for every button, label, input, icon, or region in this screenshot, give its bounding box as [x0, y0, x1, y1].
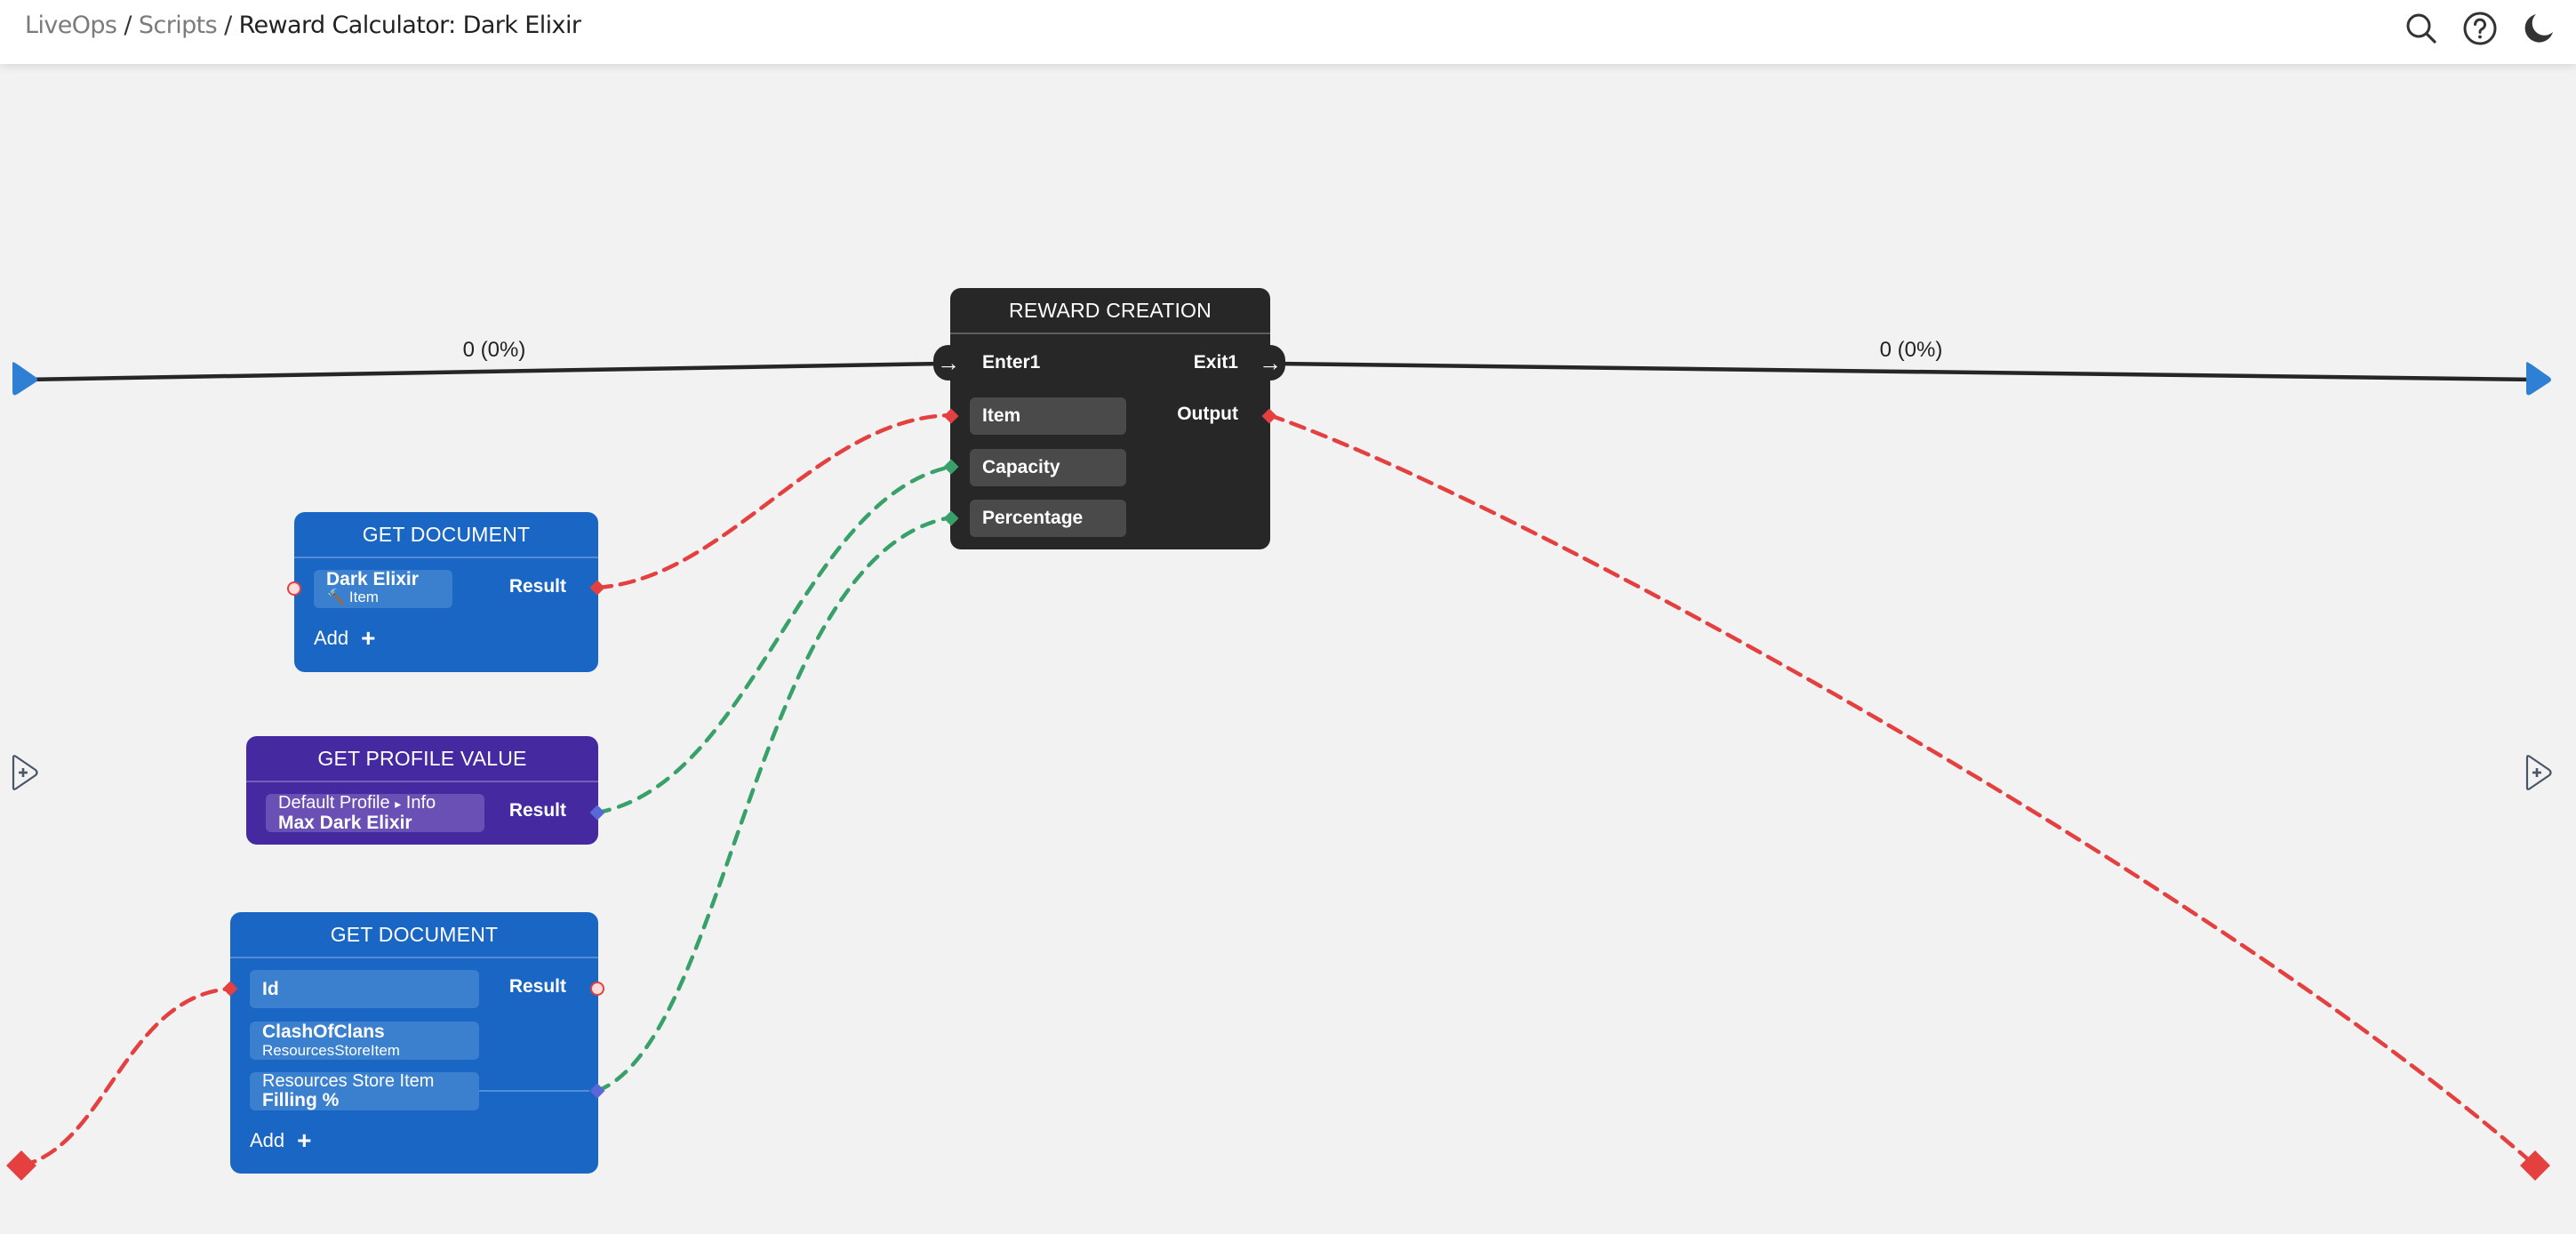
profile-path: Default Profile: [278, 793, 390, 813]
output-port-label: Output: [1177, 404, 1238, 424]
add-param-button[interactable]: Add +: [314, 624, 376, 652]
wire-profile-to-capacity: [595, 464, 954, 815]
id-input-handle[interactable]: [221, 980, 239, 998]
node-title: GET DOCUMENT: [294, 512, 598, 558]
get-document-node[interactable]: GET DOCUMENT Dark Elixir 🔨 Item Result A…: [294, 512, 598, 672]
top-bar: LiveOps / Scripts / Reward Calculator: Dark …: [0, 0, 2576, 64]
field-output-handle[interactable]: [588, 1082, 606, 1100]
percentage-input-handle[interactable]: [942, 509, 960, 527]
wire-entry-to-id: [19, 986, 234, 1168]
field-name: Filling %: [262, 1090, 340, 1110]
document-result-handle[interactable]: [588, 980, 606, 998]
enter-port-label: Enter1: [982, 352, 1041, 373]
breadcrumb-scripts[interactable]: Scripts: [139, 12, 218, 39]
flow-edge-start-label: 0 (0%): [462, 338, 526, 362]
add-output-icon: [2525, 755, 2552, 790]
result-label: Result: [508, 976, 566, 997]
moon-icon: [2524, 14, 2553, 43]
flow-entry-marker: [12, 362, 37, 396]
field-group: Resources Store Item: [262, 1071, 435, 1091]
node-title: GET DOCUMENT: [230, 912, 598, 958]
search-button[interactable]: [2402, 9, 2441, 48]
document-param-title: Dark Elixir: [326, 569, 419, 589]
flow-edge-end-label: 0 (0%): [1879, 338, 1943, 362]
document-input-handle[interactable]: [285, 580, 303, 597]
capacity-input-handle[interactable]: [942, 458, 960, 476]
profile-param[interactable]: Default Profile ▸ Info Max Dark Elixir: [266, 794, 484, 832]
field-connector-line: [479, 1090, 589, 1092]
add-output-button[interactable]: [2524, 754, 2553, 796]
document-type: ResourcesStoreItem: [262, 1042, 400, 1059]
input-item[interactable]: Item: [970, 397, 1126, 435]
hammer-icon: 🔨: [326, 589, 346, 605]
dark-mode-toggle[interactable]: [2519, 9, 2558, 48]
node-title: REWARD CREATION: [950, 288, 1270, 334]
path-arrow-icon: ▸: [395, 797, 402, 811]
profile-value-name: Max Dark Elixir: [278, 813, 412, 833]
flow-edge-start: [24, 361, 945, 382]
plus-icon: +: [361, 624, 376, 652]
document-field-param[interactable]: Resources Store Item Filling %: [250, 1072, 479, 1110]
result-label: Result: [508, 576, 566, 597]
help-icon: [2463, 12, 2497, 45]
reward-creation-node[interactable]: REWARD CREATION Enter1 Exit1 Item Capaci…: [950, 288, 1270, 549]
plus-icon: +: [297, 1126, 312, 1154]
add-param-button[interactable]: Add +: [250, 1126, 312, 1154]
add-label: Add: [314, 627, 349, 649]
enter-port[interactable]: →: [933, 345, 964, 381]
document-id-param[interactable]: Id: [250, 970, 479, 1008]
arrow-right-icon: →: [937, 349, 960, 376]
add-input-icon: [12, 755, 38, 790]
flow-edge-end: [1276, 361, 2538, 382]
result-label: Result: [508, 800, 566, 821]
input-percentage-label: Percentage: [982, 508, 1084, 528]
page-title: Reward Calculator: Dark Elixir: [238, 12, 581, 39]
search-icon: [2406, 13, 2436, 44]
get-profile-value-node[interactable]: GET PROFILE VALUE Default Profile ▸ Info…: [246, 736, 598, 845]
input-item-label: Item: [982, 405, 1021, 426]
exit-port[interactable]: →: [1255, 345, 1285, 381]
add-input-button[interactable]: [11, 754, 39, 796]
flow-exit-marker: [2526, 362, 2551, 396]
input-percentage[interactable]: Percentage: [970, 500, 1126, 537]
wire-output-to-exit: [1267, 413, 2538, 1168]
arrow-right-icon: →: [1259, 349, 1282, 376]
document-param-type: Item: [348, 589, 379, 605]
item-input-handle[interactable]: [942, 407, 960, 425]
node-title: GET PROFILE VALUE: [246, 736, 598, 782]
help-button[interactable]: [2460, 9, 2500, 48]
document-result-handle[interactable]: [588, 579, 606, 597]
id-label: Id: [262, 979, 279, 999]
exit-port-label: Exit1: [1193, 352, 1238, 373]
wire-document-to-item: [595, 413, 954, 590]
profile-path-leaf: Info: [405, 793, 436, 813]
input-capacity-label: Capacity: [982, 457, 1060, 477]
document-game: ClashOfClans: [262, 1022, 385, 1042]
add-label: Add: [250, 1129, 285, 1151]
breadcrumb: LiveOps / Scripts / Reward Calculator: Dark …: [25, 12, 581, 39]
get-document-node[interactable]: GET DOCUMENT Id ClashOfClans ResourcesSt…: [230, 912, 598, 1174]
breadcrumb-separator: /: [224, 12, 232, 39]
entry-item-marker: [6, 1150, 36, 1181]
document-type-param[interactable]: ClashOfClans ResourcesStoreItem: [250, 1022, 479, 1060]
wire-filling-to-percentage: [595, 515, 954, 1094]
breadcrumb-separator: /: [124, 12, 132, 39]
profile-result-handle[interactable]: [588, 804, 606, 821]
exit-item-marker: [2520, 1150, 2550, 1181]
output-handle[interactable]: [1260, 407, 1278, 425]
document-param[interactable]: Dark Elixir 🔨 Item: [314, 570, 452, 608]
breadcrumb-liveops[interactable]: LiveOps: [25, 12, 117, 39]
input-capacity[interactable]: Capacity: [970, 449, 1126, 486]
